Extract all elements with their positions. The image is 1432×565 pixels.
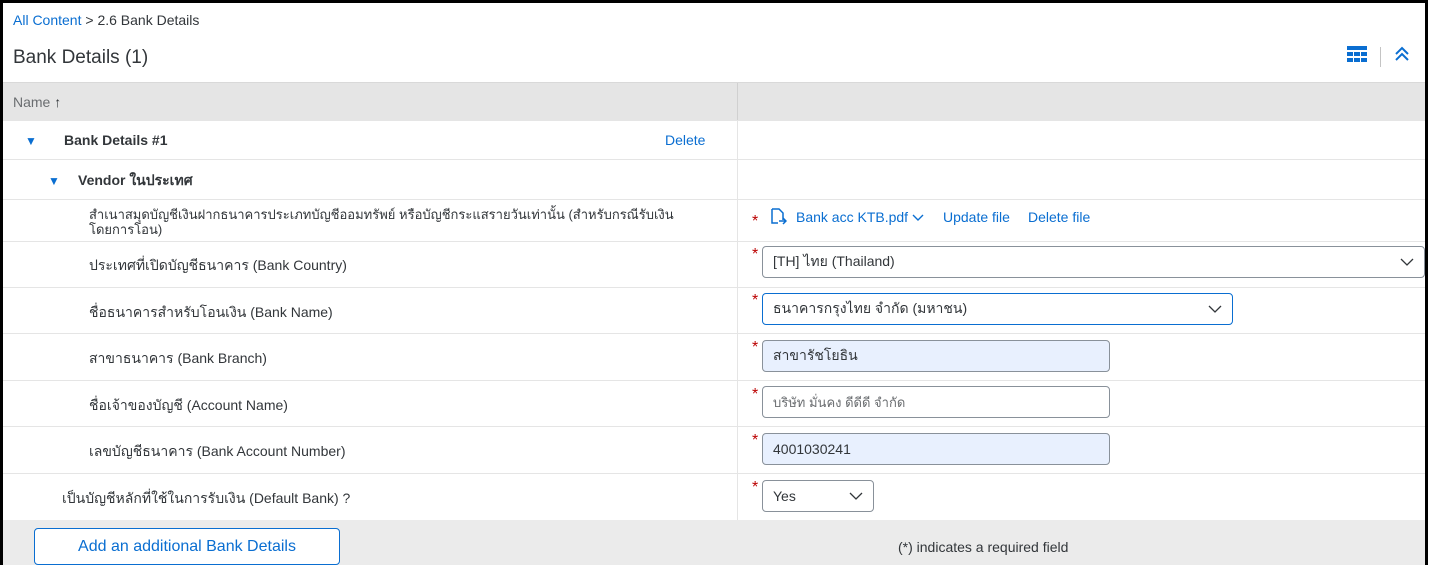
bank-book-label: สำเนาสมุดบัญชีเงินฝากธนาคารประเภทบัญชีออ… [89,207,674,237]
delete-group-link[interactable]: Delete [665,133,705,148]
update-file-link[interactable]: Update file [943,210,1010,225]
bank-name-select[interactable]: ธนาคารกรุงไทย จำกัด (มหาชน) [762,293,1233,325]
field-row-bank-country: ประเทศที่เปิดบัญชีธนาคาร (Bank Country) … [3,242,1425,288]
breadcrumb: All Content > 2.6 Bank Details [13,12,199,28]
chevron-down-icon [1208,305,1222,313]
breadcrumb-current: 2.6 Bank Details [97,12,200,28]
chevron-down-icon [1400,258,1414,266]
account-number-input[interactable]: 4001030241 [762,433,1110,465]
table-toolbar [1347,46,1410,67]
attachment-file-link[interactable]: Bank acc KTB.pdf [796,210,924,225]
bank-country-value: [TH] ไทย (Thailand) [773,253,895,269]
bank-branch-value: สาขารัชโยธิน [773,347,858,363]
add-bank-details-button[interactable]: Add an additional Bank Details [34,528,340,565]
column-header: Name ↑ [3,82,1425,121]
account-number-value: 4001030241 [773,441,851,457]
attachment-file-name: Bank acc KTB.pdf [796,209,909,225]
table-settings-icon[interactable] [1347,46,1367,67]
field-row-default-bank: เป็นบัญชีหลักที่ใช้ในการรับเงิน (Default… [3,474,1425,520]
column-name-label: Name [13,94,51,110]
page-title: Bank Details (1) [13,47,149,68]
double-chevron-up-icon[interactable] [1394,46,1410,67]
field-row-account-number: เลขบัญชีธนาคาร (Bank Account Number) * 4… [3,427,1425,474]
group-label: Bank Details #1 [64,132,168,148]
account-number-label: เลขบัญชีธนาคาร (Bank Account Number) [89,443,346,459]
group-row: ▼ Bank Details #1 Delete [3,120,1425,160]
attachment-icon [769,208,788,231]
chevron-down-icon [849,492,863,500]
required-marker: * [752,479,759,496]
field-row-bank-branch: สาขาธนาคาร (Bank Branch) * สาขารัชโยธิน [3,334,1425,381]
required-field-note: (*) indicates a required field [898,539,1069,555]
toolbar-divider [1380,46,1381,67]
account-name-input[interactable]: บริษัท มั่นคง ดีดีดี จำกัด [762,386,1110,418]
bank-branch-label: สาขาธนาคาร (Bank Branch) [89,350,267,366]
required-marker: * [752,432,759,449]
account-name-label: ชื่อเจ้าของบัญชี (Account Name) [89,397,288,413]
field-row-bank-name: ชื่อธนาคารสำหรับโอนเงิน (Bank Name) * ธน… [3,288,1425,334]
footer-bar: Add an additional Bank Details (*) indic… [3,520,1425,565]
bank-country-select[interactable]: [TH] ไทย (Thailand) [762,246,1425,278]
bank-country-label: ประเทศที่เปิดบัญชีธนาคาร (Bank Country) [89,257,347,273]
column-name-header[interactable]: Name ↑ [13,94,61,110]
column-divider [737,83,738,121]
breadcrumb-separator: > [81,12,98,28]
bank-branch-input[interactable]: สาขารัชโยธิน [762,340,1110,372]
bank-name-label: ชื่อธนาคารสำหรับโอนเงิน (Bank Name) [89,304,333,320]
required-marker: * [752,386,759,403]
breadcrumb-root-link[interactable]: All Content [13,12,81,28]
chevron-down-icon [912,214,924,221]
default-bank-label: เป็นบัญชีหลักที่ใช้ในการรับเงิน (Default… [62,490,351,506]
bank-name-value: ธนาคารกรุงไทย จำกัด (มหาชน) [773,300,968,316]
expand-triangle-icon[interactable]: ▼ [25,134,37,148]
delete-file-link[interactable]: Delete file [1028,210,1090,225]
required-marker: * [752,246,759,263]
field-row-bank-book: สำเนาสมุดบัญชีเงินฝากธนาคารประเภทบัญชีออ… [3,200,1425,242]
account-name-value: บริษัท มั่นคง ดีดีดี จำกัด [773,394,906,410]
required-marker: * [752,339,759,356]
subgroup-label: Vendor ในประเทศ [78,172,193,188]
required-marker: * [752,213,759,230]
sort-ascending-icon: ↑ [54,94,62,110]
field-row-account-name: ชื่อเจ้าของบัญชี (Account Name) * บริษัท… [3,381,1425,427]
default-bank-select[interactable]: Yes [762,480,874,512]
default-bank-value: Yes [773,488,796,504]
expand-triangle-icon[interactable]: ▼ [48,174,60,188]
subgroup-row: ▼ Vendor ในประเทศ [3,160,1425,200]
required-marker: * [752,292,759,309]
